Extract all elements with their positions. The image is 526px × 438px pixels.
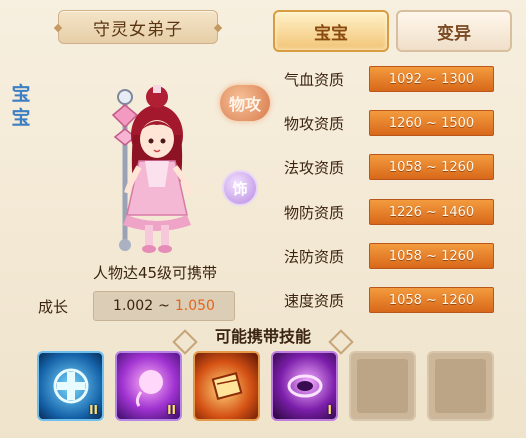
- stat-label: 物防资质: [284, 204, 345, 222]
- skill-slot-2[interactable]: II: [115, 351, 182, 421]
- carry-level-text: 人物达45级可携带: [92, 264, 218, 282]
- pet-name: 守灵女弟子: [93, 19, 183, 40]
- stat-row-phys-defense: 物防资质 1226 ~ 1460: [282, 199, 518, 225]
- stat-label: 气血资质: [284, 71, 345, 89]
- skills-title: 可能携带技能: [0, 323, 526, 347]
- skill-rank: I: [327, 403, 332, 417]
- skill-rank: II: [89, 403, 98, 417]
- pet-type-label: 宝宝: [11, 83, 31, 129]
- pet-name-plate: 守灵女弟子: [58, 10, 218, 44]
- stat-row-hp: 气血资质 1092 ~ 1300: [282, 66, 518, 92]
- orange-book-skill-icon: [195, 353, 258, 419]
- pet-info-panel: 守灵女弟子 宝宝 物攻 饰 人物达45级可携带 成长 1.002 ~ 1.050…: [0, 0, 526, 438]
- pet-portrait[interactable]: [95, 75, 215, 255]
- decoration-label: 饰: [232, 179, 248, 198]
- growth-separator: ~: [158, 298, 170, 314]
- tab-mutation[interactable]: 变异: [396, 10, 512, 52]
- tab-baobao-label: 宝宝: [314, 23, 348, 44]
- attack-type-badge: 物攻: [220, 85, 270, 121]
- stat-value: 1058 ~ 1260: [369, 154, 494, 180]
- skill-slot-empty[interactable]: [427, 351, 494, 421]
- empty-slot-icon: [435, 359, 486, 413]
- attack-type-label: 物攻: [228, 95, 261, 114]
- stat-label: 法攻资质: [284, 159, 345, 177]
- skill-rank: II: [167, 403, 176, 417]
- pet-character-icon: [111, 85, 194, 253]
- empty-slot-icon: [357, 359, 408, 413]
- stat-row-phys-attack: 物攻资质 1260 ~ 1500: [282, 110, 518, 136]
- growth-min-value: 1.002: [113, 298, 154, 314]
- stat-label: 法防资质: [284, 248, 345, 266]
- growth-label: 成长: [38, 298, 69, 316]
- stat-value: 1092 ~ 1300: [369, 66, 494, 92]
- decoration-icon[interactable]: 饰: [222, 170, 258, 206]
- tab-baobao[interactable]: 宝宝: [273, 10, 389, 52]
- stat-value: 1226 ~ 1460: [369, 199, 494, 225]
- stat-row-magic-defense: 法防资质 1058 ~ 1260: [282, 243, 518, 269]
- stat-row-magic-attack: 法攻资质 1058 ~ 1260: [282, 154, 518, 180]
- skill-slot-3[interactable]: [193, 351, 260, 421]
- growth-max-value: 1.050: [174, 298, 215, 314]
- stat-value: 1260 ~ 1500: [369, 110, 494, 136]
- stat-value: 1058 ~ 1260: [369, 287, 494, 313]
- skill-slot-1[interactable]: II: [37, 351, 104, 421]
- skill-slot-empty[interactable]: [349, 351, 416, 421]
- stat-row-speed: 速度资质 1058 ~ 1260: [282, 287, 518, 313]
- stat-label: 速度资质: [284, 292, 345, 310]
- tab-mutation-label: 变异: [437, 23, 471, 44]
- stat-label: 物攻资质: [284, 115, 345, 133]
- skill-slot-4[interactable]: I: [271, 351, 338, 421]
- growth-range-box: 1.002 ~ 1.050: [93, 291, 235, 321]
- stat-value: 1058 ~ 1260: [369, 243, 494, 269]
